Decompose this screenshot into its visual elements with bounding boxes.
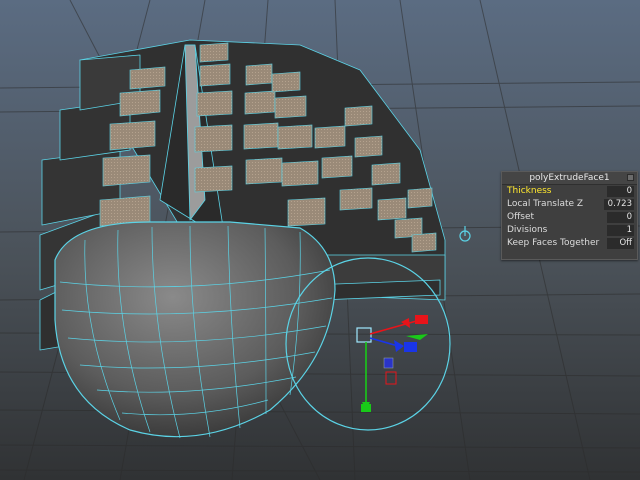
attribute-value-field[interactable]: 0 [607, 212, 634, 223]
panel-title-text: polyExtrudeFace1 [529, 173, 610, 183]
attribute-label: Keep Faces Together [507, 238, 600, 248]
attribute-row-keep-faces-together[interactable]: Keep Faces Together Off [502, 237, 637, 250]
attribute-row-divisions[interactable]: Divisions 1 [502, 224, 637, 237]
attribute-row-offset[interactable]: Offset 0 [502, 211, 637, 224]
attribute-panel: polyExtrudeFace1 Thickness 0 Local Trans… [501, 171, 638, 260]
attribute-row-thickness[interactable]: Thickness 0 [502, 185, 637, 198]
attribute-label: Divisions [507, 225, 548, 235]
attribute-label: Local Translate Z [507, 199, 584, 209]
attribute-label: Thickness [507, 186, 552, 196]
attribute-value-field[interactable]: 0 [607, 186, 634, 197]
close-icon[interactable] [627, 174, 634, 181]
attribute-row-local-translate-z[interactable]: Local Translate Z 0.723 [502, 198, 637, 211]
attribute-label: Offset [507, 212, 535, 222]
attribute-value-field[interactable]: 1 [607, 225, 634, 236]
attribute-value-field[interactable]: Off [607, 238, 634, 249]
attribute-value-field[interactable]: 0.723 [604, 199, 634, 210]
panel-title: polyExtrudeFace1 [502, 172, 637, 185]
